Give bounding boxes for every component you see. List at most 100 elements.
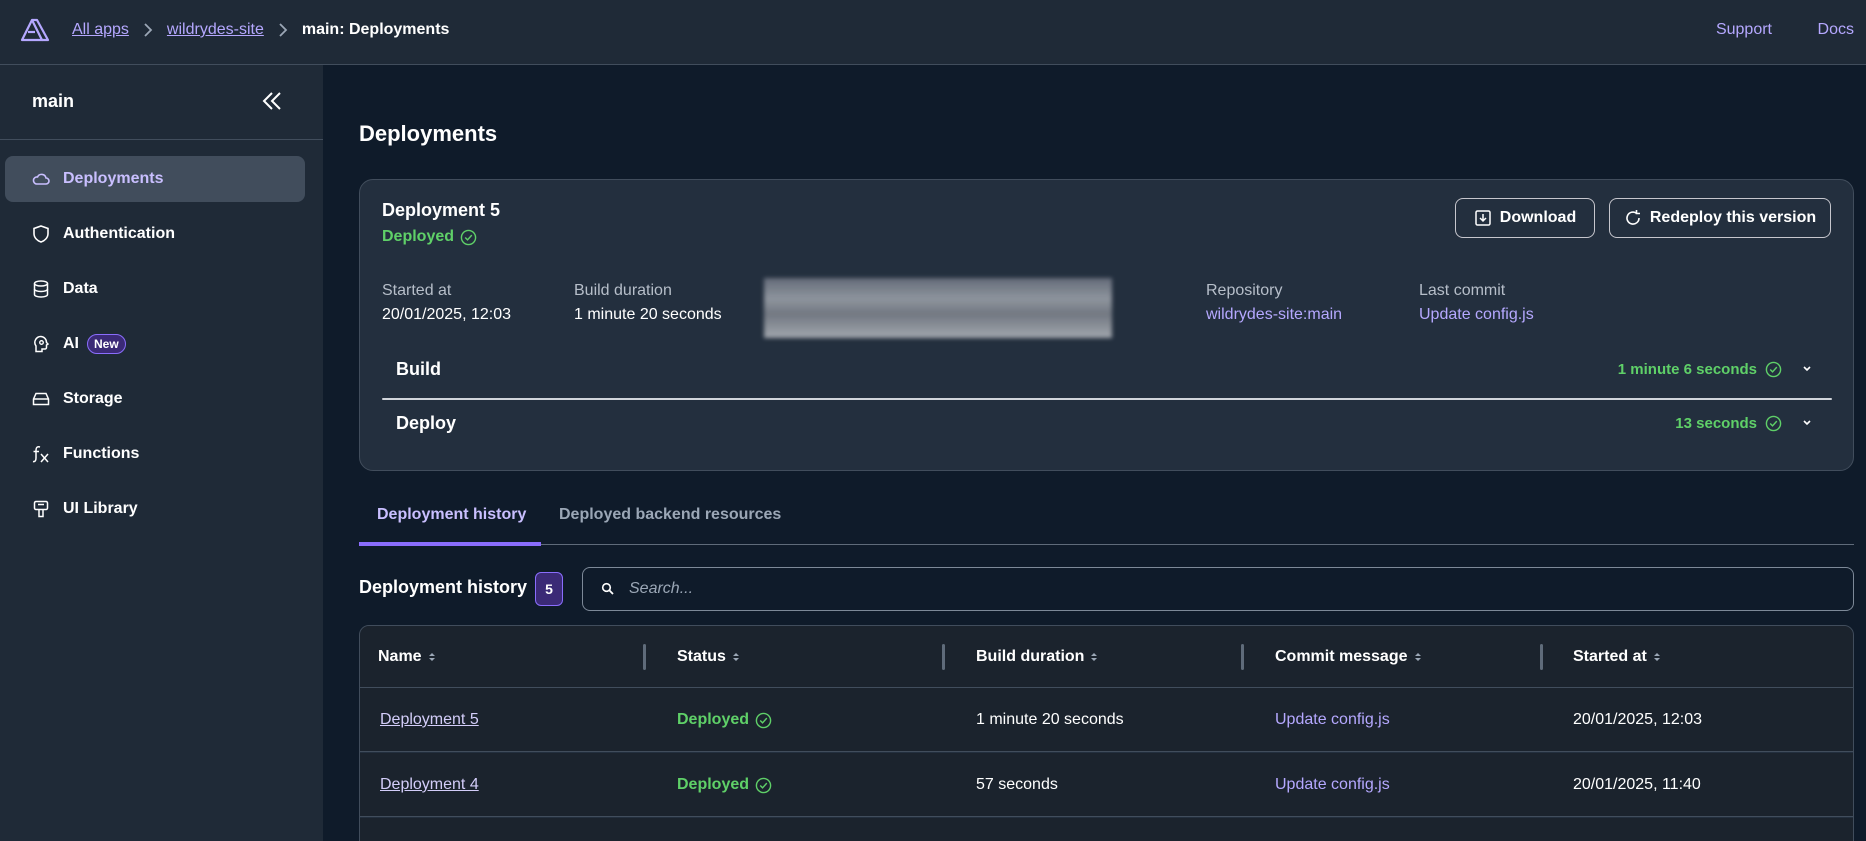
started-at-cell: 20/01/2025, 11:40 — [1573, 776, 1701, 793]
page-title: Deployments — [359, 121, 498, 146]
build-duration-cell: 57 seconds — [976, 776, 1058, 793]
new-badge: New — [87, 334, 126, 354]
build-time: 1 minute 6 seconds — [1617, 360, 1757, 378]
deployment-history-table: Name Status Build duration Commit messag… — [359, 625, 1854, 841]
chevron-down-icon[interactable] — [1796, 416, 1818, 430]
database-icon — [31, 279, 51, 299]
column-header-status[interactable]: Status — [677, 626, 740, 688]
column-divider[interactable] — [1241, 644, 1244, 670]
deployment-link[interactable]: Deployment 5 — [380, 688, 479, 752]
breadcrumb-app[interactable]: wildrydes-site — [167, 21, 264, 39]
chevron-right-icon — [143, 23, 153, 37]
deploy-section-toggle[interactable]: Deploy 13 seconds — [382, 401, 1832, 445]
main-content: Deployments Deployment 5 Deployed Downlo… — [323, 65, 1866, 841]
last-commit-label: Last commit — [1419, 282, 1506, 299]
ai-brain-icon — [31, 334, 51, 354]
column-label: Commit message — [1275, 648, 1408, 665]
sidebar-item-storage[interactable]: Storage — [5, 376, 305, 422]
deployment-link[interactable]: Deployment 4 — [380, 753, 479, 817]
status-cell: Deployed — [677, 753, 772, 817]
support-link[interactable]: Support — [1716, 21, 1772, 39]
search-input[interactable] — [629, 580, 1809, 598]
sidebar-item-label: AI — [63, 335, 79, 352]
collapse-sidebar-icon[interactable] — [260, 89, 284, 113]
commit-link[interactable]: Update config.js — [1275, 753, 1390, 817]
sidebar-item-label: Functions — [63, 445, 140, 462]
function-icon — [31, 444, 51, 464]
column-label: Build duration — [976, 648, 1085, 665]
ui-library-icon — [31, 499, 51, 519]
sidebar-item-ui-library[interactable]: UI Library — [5, 486, 305, 532]
column-divider[interactable] — [643, 644, 646, 670]
breadcrumb-current: main: Deployments — [301, 21, 450, 38]
tab-bar: Deployment history Deployed backend reso… — [359, 485, 1854, 546]
sort-icon — [1091, 653, 1098, 661]
sidebar-item-label: Storage — [63, 390, 123, 407]
last-commit-link[interactable]: Update config.js — [1419, 306, 1534, 324]
build-duration-cell: 1 minute 20 seconds — [976, 711, 1124, 728]
deployment-name: Deployment 5 — [382, 200, 501, 220]
tab-deployment-history[interactable]: Deployment history — [377, 485, 526, 545]
chevron-right-icon — [278, 23, 288, 37]
column-header-commit-message[interactable]: Commit message — [1275, 626, 1422, 688]
sort-icon — [732, 653, 739, 661]
check-circle-icon — [755, 777, 772, 793]
status-cell: Deployed — [677, 688, 772, 752]
download-button[interactable]: Download — [1455, 198, 1595, 238]
storage-icon — [31, 389, 51, 409]
table-row: Deployment 5 Deployed 1 minute 20 second… — [360, 688, 1853, 752]
commit-link[interactable]: Update config.js — [1275, 688, 1390, 752]
history-title: Deployment history — [359, 577, 528, 597]
column-label: Status — [677, 648, 726, 665]
cloud-icon — [31, 169, 51, 189]
column-divider[interactable] — [1540, 644, 1543, 670]
status-label: Deployed — [677, 711, 750, 728]
table-row — [360, 818, 1853, 841]
column-label: Name — [378, 648, 422, 665]
deploy-time: 13 seconds — [1675, 414, 1757, 432]
started-at-cell: 20/01/2025, 12:03 — [1573, 711, 1703, 728]
check-circle-icon — [755, 712, 772, 728]
breadcrumb-all-apps[interactable]: All apps — [72, 21, 129, 39]
check-circle-icon — [1765, 415, 1782, 431]
deployment-summary-card: Deployment 5 Deployed Download Redeploy … — [359, 179, 1854, 471]
sidebar-item-ai[interactable]: AI New — [5, 321, 305, 367]
sidebar-item-label: UI Library — [63, 500, 138, 517]
column-header-name[interactable]: Name — [378, 626, 436, 688]
sidebar-item-authentication[interactable]: Authentication — [5, 211, 305, 257]
redeploy-button[interactable]: Redeploy this version — [1609, 198, 1831, 238]
shield-icon — [31, 224, 51, 244]
started-at-label: Started at — [382, 282, 452, 299]
check-circle-icon — [1765, 361, 1782, 377]
branch-title: main — [32, 91, 75, 111]
build-duration-label: Build duration — [574, 282, 672, 299]
sort-icon — [1414, 653, 1421, 661]
table-row: Deployment 4 Deployed 57 seconds Update … — [360, 753, 1853, 817]
top-navigation-bar: All apps wildrydes-site main: Deployment… — [0, 0, 1866, 65]
repository-label: Repository — [1206, 282, 1283, 299]
column-header-build-duration[interactable]: Build duration — [976, 626, 1098, 688]
sidebar-item-deployments[interactable]: Deployments — [5, 156, 305, 202]
sidebar-item-functions[interactable]: Functions — [5, 431, 305, 477]
status-label: Deployed — [382, 228, 455, 245]
build-duration-value: 1 minute 20 seconds — [574, 306, 722, 323]
column-header-started-at[interactable]: Started at — [1573, 626, 1661, 688]
refresh-icon — [1626, 210, 1640, 225]
status-label: Deployed — [677, 776, 750, 793]
sidebar-item-label: Data — [63, 280, 98, 297]
check-circle-icon — [460, 229, 477, 245]
chevron-down-icon[interactable] — [1796, 362, 1818, 376]
tab-deployed-backend-resources[interactable]: Deployed backend resources — [559, 485, 781, 545]
amplify-logo-icon[interactable] — [20, 16, 50, 42]
column-divider[interactable] — [942, 644, 945, 670]
repository-link[interactable]: wildrydes-site:main — [1206, 306, 1342, 324]
active-tab-indicator — [359, 542, 541, 546]
sidebar-item-data[interactable]: Data — [5, 266, 305, 312]
docs-link[interactable]: Docs — [1818, 21, 1854, 39]
sidebar-header: main — [0, 65, 323, 140]
redeploy-label: Redeploy this version — [1649, 209, 1817, 226]
redacted-region — [764, 278, 1112, 338]
breadcrumb: All apps wildrydes-site main: Deployment… — [72, 0, 449, 60]
build-section-toggle[interactable]: Build 1 minute 6 seconds — [382, 347, 1832, 391]
sidebar: main Deployments Authentication Data AI … — [0, 65, 323, 841]
